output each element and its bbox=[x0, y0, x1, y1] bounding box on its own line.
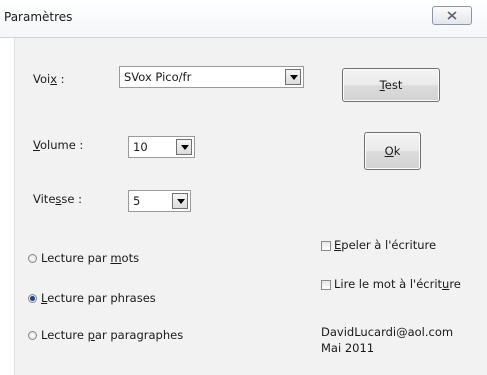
test-button[interactable]: Test bbox=[342, 68, 440, 102]
release-date: Mai 2011 bbox=[321, 341, 375, 355]
voice-select[interactable]: SVox Pico/fr bbox=[119, 66, 304, 88]
volume-select[interactable]: 10 bbox=[128, 136, 195, 158]
chevron-down-icon[interactable] bbox=[176, 139, 192, 155]
chevron-down-icon[interactable] bbox=[285, 69, 301, 85]
close-button[interactable] bbox=[432, 6, 472, 25]
test-button-label: Test bbox=[379, 78, 403, 92]
window-title: Paramètres bbox=[4, 10, 73, 24]
author-email: DavidLucardi@aol.com bbox=[321, 325, 454, 339]
ok-button-label: Ok bbox=[384, 144, 401, 158]
voice-select-value: SVox Pico/fr bbox=[124, 70, 192, 84]
voix-label: Voix : bbox=[33, 72, 65, 86]
radio-lecture-mots-label[interactable]: Lecture par mots bbox=[41, 251, 139, 265]
volume-select-value: 10 bbox=[133, 140, 148, 154]
dialog-body: Voix : SVox Pico/fr Test Volume : 10 Ok … bbox=[14, 38, 487, 375]
settings-dialog: Paramètres Voix : SVox Pico/fr Test Volu… bbox=[0, 0, 487, 375]
radio-lecture-phrases-label[interactable]: Lecture par phrases bbox=[41, 291, 156, 305]
title-bar: Paramètres bbox=[0, 0, 487, 38]
radio-lecture-phrases[interactable] bbox=[28, 294, 37, 303]
radio-lecture-paragraphes[interactable] bbox=[28, 331, 37, 340]
speed-select[interactable]: 5 bbox=[128, 190, 191, 212]
checkbox-epeler[interactable] bbox=[321, 241, 331, 251]
ok-button[interactable]: Ok bbox=[364, 132, 421, 170]
close-icon bbox=[447, 11, 457, 20]
vitesse-label: Vitesse : bbox=[33, 192, 83, 206]
chevron-down-icon[interactable] bbox=[172, 193, 188, 209]
speed-select-value: 5 bbox=[133, 194, 141, 208]
checkbox-lire-mot-label[interactable]: Lire le mot à l'écriture bbox=[334, 277, 461, 291]
radio-lecture-mots[interactable] bbox=[28, 254, 37, 263]
checkbox-epeler-label[interactable]: Epeler à l'écriture bbox=[334, 238, 436, 252]
volume-label: Volume : bbox=[33, 138, 84, 152]
checkbox-lire-mot[interactable] bbox=[321, 280, 331, 290]
radio-lecture-paragraphes-label[interactable]: Lecture par paragraphes bbox=[41, 328, 183, 342]
